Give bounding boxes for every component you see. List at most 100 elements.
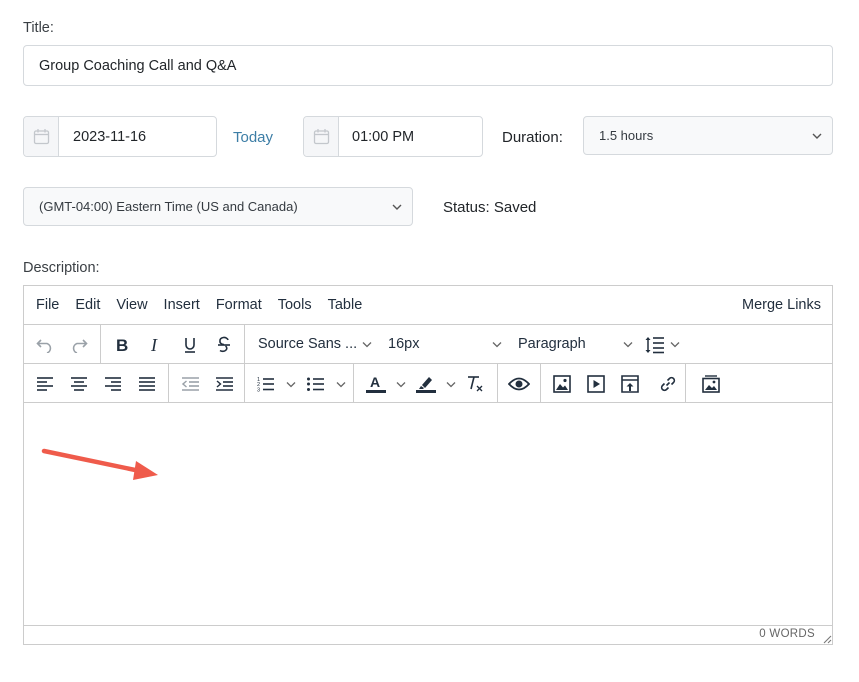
- upload-button[interactable]: [617, 371, 643, 397]
- word-count[interactable]: 0 WORDS: [759, 628, 815, 640]
- highlight-color-button[interactable]: [412, 371, 458, 397]
- calendar-icon: [33, 129, 49, 145]
- image-icon: [553, 375, 571, 393]
- outdent-button[interactable]: [177, 371, 203, 397]
- timezone-value: (GMT-04:00) Eastern Time (US and Canada): [39, 199, 298, 214]
- title-input-value: Group Coaching Call and Q&A: [39, 57, 237, 74]
- menu-edit[interactable]: Edit: [75, 297, 100, 313]
- block-format-select[interactable]: Paragraph: [508, 325, 638, 364]
- resize-handle-icon[interactable]: [822, 634, 832, 644]
- editor-toolbar-row-1: B I Source Sans ... 16px Paragraph: [24, 325, 832, 364]
- line-height-icon: [645, 337, 664, 354]
- preview-group: [498, 364, 541, 403]
- color-group: A: [354, 364, 498, 403]
- gallery-group: [686, 364, 729, 403]
- date-input[interactable]: 2023-11-16: [23, 116, 217, 157]
- calendar-icon: [313, 129, 329, 145]
- indent-button[interactable]: [211, 371, 237, 397]
- svg-text:A: A: [370, 374, 380, 390]
- history-group: [24, 325, 101, 364]
- duration-label: Duration:: [502, 129, 563, 146]
- insert-image-button[interactable]: [549, 371, 575, 397]
- strikethrough-icon: [218, 336, 230, 353]
- menu-insert[interactable]: Insert: [164, 297, 200, 313]
- numbered-list-button[interactable]: 1 2 3: [253, 371, 299, 397]
- underline-button[interactable]: [177, 332, 203, 358]
- clear-formatting-button[interactable]: [462, 371, 488, 397]
- chevron-down-icon: [336, 382, 346, 388]
- numbered-list-icon: 1 2 3: [257, 377, 274, 393]
- alignment-group: [24, 364, 169, 403]
- menu-table[interactable]: Table: [328, 297, 363, 313]
- duration-value: 1.5 hours: [599, 128, 654, 143]
- bold-icon: B: [116, 336, 128, 354]
- align-right-button[interactable]: [100, 371, 126, 397]
- rich-text-editor: File Edit View Insert Format Tools Table…: [23, 285, 833, 645]
- chevron-down-icon: [446, 382, 456, 388]
- bullet-list-button[interactable]: [303, 371, 349, 397]
- undo-button[interactable]: [32, 332, 58, 358]
- duration-select[interactable]: 1.5 hours: [583, 116, 833, 155]
- align-right-icon: [105, 377, 121, 391]
- menu-file[interactable]: File: [36, 297, 59, 313]
- indent-group: [169, 364, 245, 403]
- align-left-button[interactable]: [32, 371, 58, 397]
- description-label: Description:: [23, 260, 100, 276]
- text-color-button[interactable]: A: [362, 371, 408, 397]
- gallery-icon: [702, 375, 720, 393]
- link-icon: [660, 376, 676, 392]
- date-calendar-addon[interactable]: [24, 117, 59, 156]
- insert-media-button[interactable]: [583, 371, 609, 397]
- preview-icon: [508, 377, 530, 391]
- bullet-list-icon: [307, 377, 324, 391]
- align-center-icon: [71, 377, 87, 391]
- list-group: 1 2 3: [245, 364, 354, 403]
- outdent-icon: [181, 377, 199, 391]
- undo-icon: [36, 339, 52, 353]
- chevron-down-icon: [623, 342, 633, 348]
- annotation-arrow-icon: [41, 448, 158, 480]
- status-text: Status: Saved: [443, 199, 537, 216]
- time-input[interactable]: 01:00 PM: [303, 116, 483, 157]
- merge-links-menu[interactable]: Merge Links: [742, 297, 821, 313]
- image-gallery-button[interactable]: [698, 371, 724, 397]
- chevron-down-icon: [670, 342, 680, 348]
- editor-toolbar-row-2: 1 2 3 A: [24, 364, 832, 403]
- menu-tools[interactable]: Tools: [278, 297, 312, 313]
- menu-view[interactable]: View: [116, 297, 147, 313]
- strikethrough-button[interactable]: [211, 332, 237, 358]
- svg-text:3: 3: [257, 388, 260, 393]
- svg-text:B: B: [116, 336, 128, 354]
- title-input[interactable]: Group Coaching Call and Q&A: [23, 45, 833, 86]
- text-color-icon: A: [366, 374, 386, 393]
- justify-button[interactable]: [134, 371, 160, 397]
- media-icon: [587, 375, 605, 393]
- text-style-group: B I: [101, 325, 245, 364]
- bold-button[interactable]: B: [109, 332, 135, 358]
- insert-link-button[interactable]: [655, 371, 681, 397]
- date-value: 2023-11-16: [73, 128, 147, 145]
- time-value: 01:00 PM: [352, 128, 415, 145]
- menu-format[interactable]: Format: [216, 297, 262, 313]
- editor-content-area[interactable]: [24, 403, 832, 626]
- line-height-button[interactable]: [643, 332, 683, 358]
- svg-text:I: I: [150, 336, 158, 354]
- timezone-select[interactable]: (GMT-04:00) Eastern Time (US and Canada): [23, 187, 413, 226]
- chevron-down-icon: [812, 133, 822, 139]
- underline-icon: [185, 338, 195, 353]
- italic-button[interactable]: I: [143, 332, 169, 358]
- font-size-select[interactable]: 16px: [378, 325, 508, 364]
- font-family-select[interactable]: Source Sans ...: [245, 325, 378, 364]
- italic-icon: I: [150, 336, 158, 354]
- editor-menubar: File Edit View Insert Format Tools Table…: [24, 286, 832, 325]
- indent-icon: [215, 377, 233, 391]
- chevron-down-icon: [392, 204, 402, 210]
- time-calendar-addon[interactable]: [304, 117, 339, 156]
- align-center-button[interactable]: [66, 371, 92, 397]
- font-family-value: Source Sans ...: [258, 336, 358, 352]
- preview-button[interactable]: [506, 371, 532, 397]
- chevron-down-icon: [396, 382, 406, 388]
- today-link[interactable]: Today: [233, 129, 273, 146]
- redo-button[interactable]: [66, 332, 92, 358]
- chevron-down-icon: [492, 342, 502, 348]
